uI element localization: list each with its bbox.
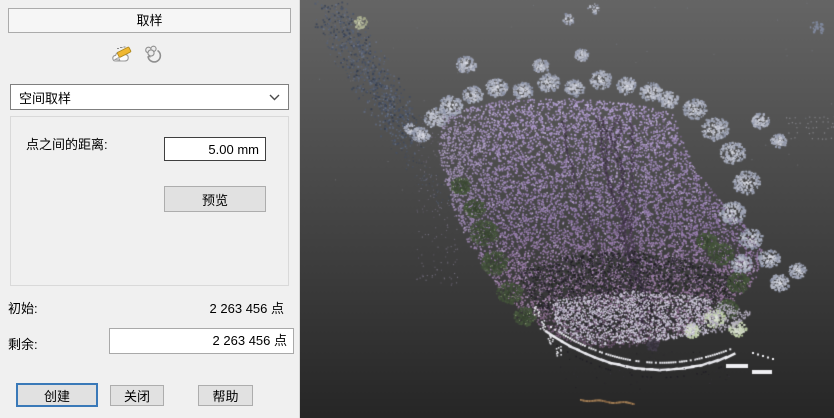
initial-row: 初始: 2 263 456 点 — [8, 298, 284, 317]
preview-button[interactable]: 预览 — [164, 186, 266, 212]
chevron-down-icon — [269, 94, 280, 101]
resample-icon[interactable] — [140, 43, 164, 67]
spacing-input[interactable] — [164, 137, 266, 161]
remaining-field: 2 263 456 点 — [109, 328, 294, 354]
spacing-label: 点之间的距离: — [26, 134, 108, 153]
toolbar — [110, 43, 164, 67]
sampling-app-window: 取样 — [0, 0, 834, 418]
help-button[interactable]: 帮助 — [198, 385, 253, 406]
initial-value: 2 263 456 点 — [210, 298, 284, 317]
panel-title: 取样 — [8, 8, 291, 33]
close-button[interactable]: 关闭 — [110, 385, 164, 406]
point-cloud-canvas[interactable] — [300, 0, 834, 418]
remaining-label: 剩余: — [8, 334, 38, 353]
create-button[interactable]: 创建 — [16, 383, 98, 407]
manual-sampling-icon[interactable] — [110, 43, 134, 67]
sampling-mode-dropdown[interactable]: 空间取样 — [10, 84, 289, 110]
spacing-groupbox: 点之间的距离: 预览 — [10, 116, 289, 286]
sampling-panel: 取样 — [0, 0, 300, 418]
remaining-value: 2 263 456 点 — [110, 329, 293, 353]
initial-label: 初始: — [8, 298, 38, 317]
sampling-mode-value: 空间取样 — [19, 88, 71, 107]
point-cloud-viewport[interactable] — [300, 0, 834, 418]
panel-title-label: 取样 — [136, 13, 162, 28]
